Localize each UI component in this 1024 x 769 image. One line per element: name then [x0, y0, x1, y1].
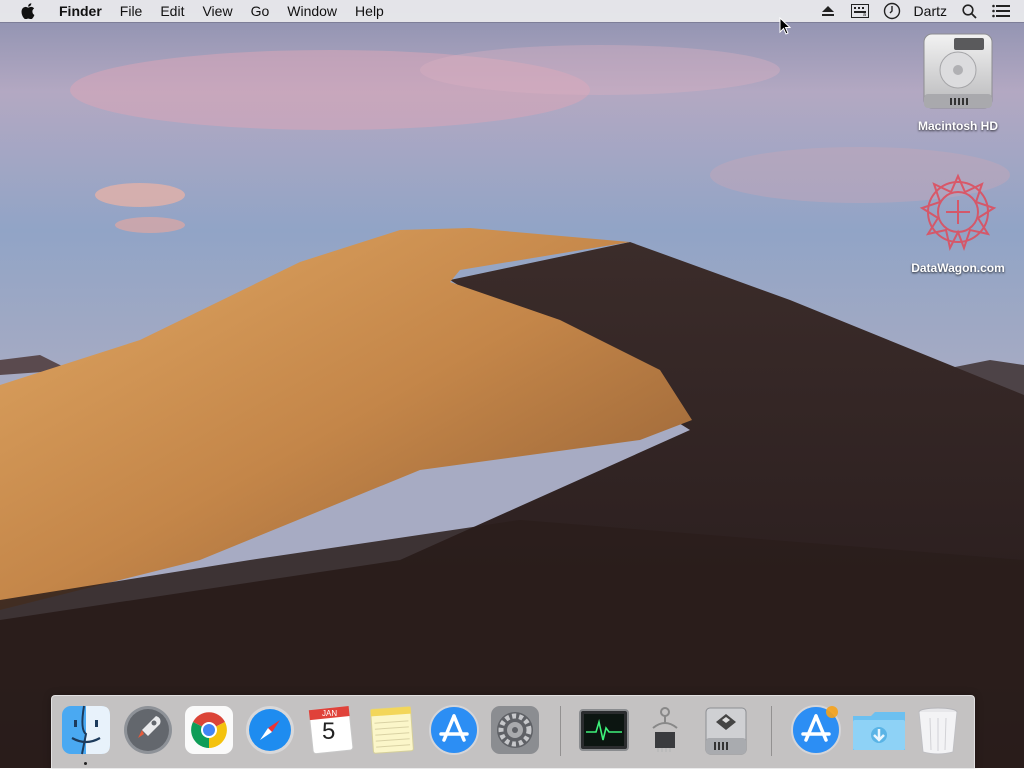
- menu-go[interactable]: Go: [242, 0, 279, 22]
- mouse-cursor-icon: [779, 16, 792, 40]
- svg-text:a: a: [863, 12, 866, 18]
- menu-app-finder[interactable]: Finder: [50, 0, 111, 22]
- trash-icon: [912, 707, 964, 760]
- dock-activity-monitor[interactable]: [578, 704, 630, 756]
- notes-icon: [366, 706, 418, 760]
- dock: JAN 5: [51, 695, 975, 769]
- desktop-icon-label: DataWagon.com: [911, 261, 1005, 275]
- spotlight-icon[interactable]: [958, 0, 980, 22]
- menu-window[interactable]: Window: [278, 0, 346, 22]
- dock-notes[interactable]: [366, 704, 418, 756]
- dock-app-store[interactable]: [428, 704, 480, 756]
- apple-menu-icon[interactable]: [18, 3, 38, 19]
- finder-icon: [60, 705, 112, 760]
- dock-separator: [771, 706, 772, 756]
- datawagon-icon: [918, 173, 998, 256]
- system-information-icon: [639, 707, 691, 760]
- running-indicator: [84, 762, 87, 765]
- hard-drive-icon: [920, 33, 996, 114]
- menu-bar: Finder File Edit View Go Window Help a D…: [0, 0, 1024, 22]
- system-preferences-icon: [489, 706, 541, 760]
- dock-chrome[interactable]: [183, 704, 235, 756]
- app-store-icon: [790, 705, 842, 760]
- downloads-folder-icon: [851, 712, 907, 760]
- menu-file[interactable]: File: [111, 0, 152, 22]
- app-store-icon: [428, 705, 480, 760]
- chrome-icon: [183, 706, 235, 760]
- dock-finder[interactable]: [60, 704, 112, 756]
- desktop-icon-macintosh-hd[interactable]: Macintosh HD: [898, 32, 1018, 133]
- desktop-icon-datawagon[interactable]: DataWagon.com: [898, 172, 1018, 275]
- launchpad-icon: [122, 706, 174, 760]
- dock-system-preferences[interactable]: [489, 704, 541, 756]
- dock-app-store-downloads[interactable]: [790, 704, 842, 756]
- dock-system-information[interactable]: [639, 704, 691, 756]
- dock-calendar[interactable]: JAN 5: [305, 704, 357, 756]
- menu-edit[interactable]: Edit: [151, 0, 193, 22]
- desktop-icon-label: Macintosh HD: [917, 119, 998, 133]
- dock-separator: [560, 706, 561, 756]
- time-machine-icon[interactable]: [881, 0, 903, 22]
- menu-view[interactable]: View: [193, 0, 241, 22]
- dock-trash[interactable]: [912, 704, 964, 756]
- calendar-day: 5: [322, 718, 336, 745]
- dock-downloads[interactable]: [851, 704, 905, 756]
- menu-extras: a Dartz: [812, 0, 1024, 22]
- dock-boot-camp[interactable]: [700, 704, 752, 756]
- wallpaper-dunes: [0, 0, 1024, 768]
- activity-monitor-icon: [578, 709, 630, 760]
- notification-center-icon[interactable]: [990, 0, 1012, 22]
- desktop-wallpaper: [0, 0, 1024, 768]
- calendar-month: JAN: [322, 709, 338, 718]
- menu-help[interactable]: Help: [346, 0, 393, 22]
- dock-safari[interactable]: [244, 704, 296, 756]
- boot-camp-icon: [700, 707, 752, 760]
- dock-launchpad[interactable]: [122, 704, 174, 756]
- eject-icon[interactable]: [817, 0, 839, 22]
- input-source-icon[interactable]: a: [849, 0, 871, 22]
- safari-icon: [244, 706, 296, 760]
- user-name[interactable]: Dartz: [908, 0, 953, 22]
